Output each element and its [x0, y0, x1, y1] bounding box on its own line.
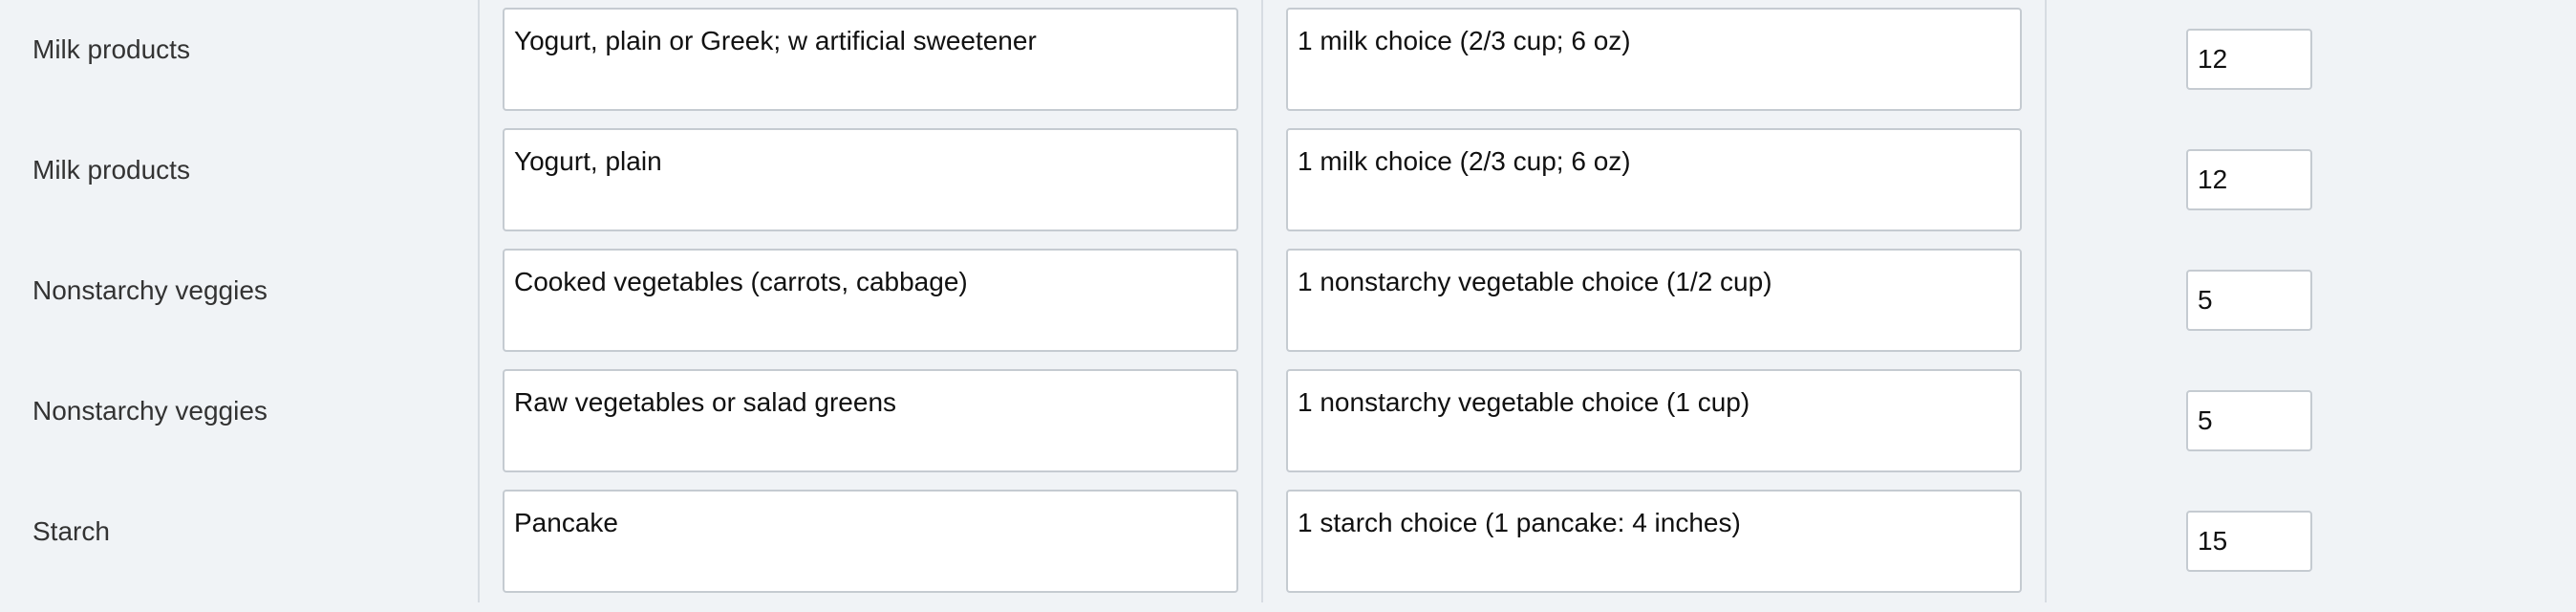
category-label: Nonstarchy veggies	[32, 396, 268, 426]
food-item-field[interactable]: Cooked vegetables (carrots, cabbage)	[503, 249, 1238, 352]
serving-size-field[interactable]: 1 starch choice (1 pancake: 4 inches)	[1286, 490, 2022, 593]
serving-size-field[interactable]: 1 nonstarchy vegetable choice (1 cup)	[1286, 369, 2022, 472]
serving-size-field[interactable]: 1 nonstarchy vegetable choice (1/2 cup)	[1286, 249, 2022, 352]
carb-grams-input[interactable]	[2186, 149, 2312, 210]
carb-grams-input[interactable]	[2186, 29, 2312, 90]
serving-size-field[interactable]: 1 milk choice (2/3 cup; 6 oz)	[1286, 8, 2022, 111]
category-label: Starch	[32, 516, 110, 546]
table-row: Nonstarchy veggies Raw vegetables or sal…	[0, 361, 2576, 482]
category-label: Milk products	[32, 34, 190, 64]
category-label: Milk products	[32, 155, 190, 185]
food-item-field[interactable]: Yogurt, plain or Greek; w artificial swe…	[503, 8, 1238, 111]
category-label: Nonstarchy veggies	[32, 275, 268, 305]
table-row: Milk products Yogurt, plain or Greek; w …	[0, 0, 2576, 120]
table-row: Starch Pancake 1 starch choice (1 pancak…	[0, 482, 2576, 602]
carb-grams-input[interactable]	[2186, 390, 2312, 451]
carb-grams-input[interactable]	[2186, 511, 2312, 572]
carb-grams-input[interactable]	[2186, 270, 2312, 331]
food-item-field[interactable]: Raw vegetables or salad greens	[503, 369, 1238, 472]
food-exchange-table: Milk products Yogurt, plain or Greek; w …	[0, 0, 2576, 612]
food-item-field[interactable]: Pancake	[503, 490, 1238, 593]
serving-size-field[interactable]: 1 milk choice (2/3 cup; 6 oz)	[1286, 128, 2022, 231]
table-row: Nonstarchy veggies Cooked vegetables (ca…	[0, 241, 2576, 361]
food-item-field[interactable]: Yogurt, plain	[503, 128, 1238, 231]
table-row: Milk products Yogurt, plain 1 milk choic…	[0, 120, 2576, 241]
